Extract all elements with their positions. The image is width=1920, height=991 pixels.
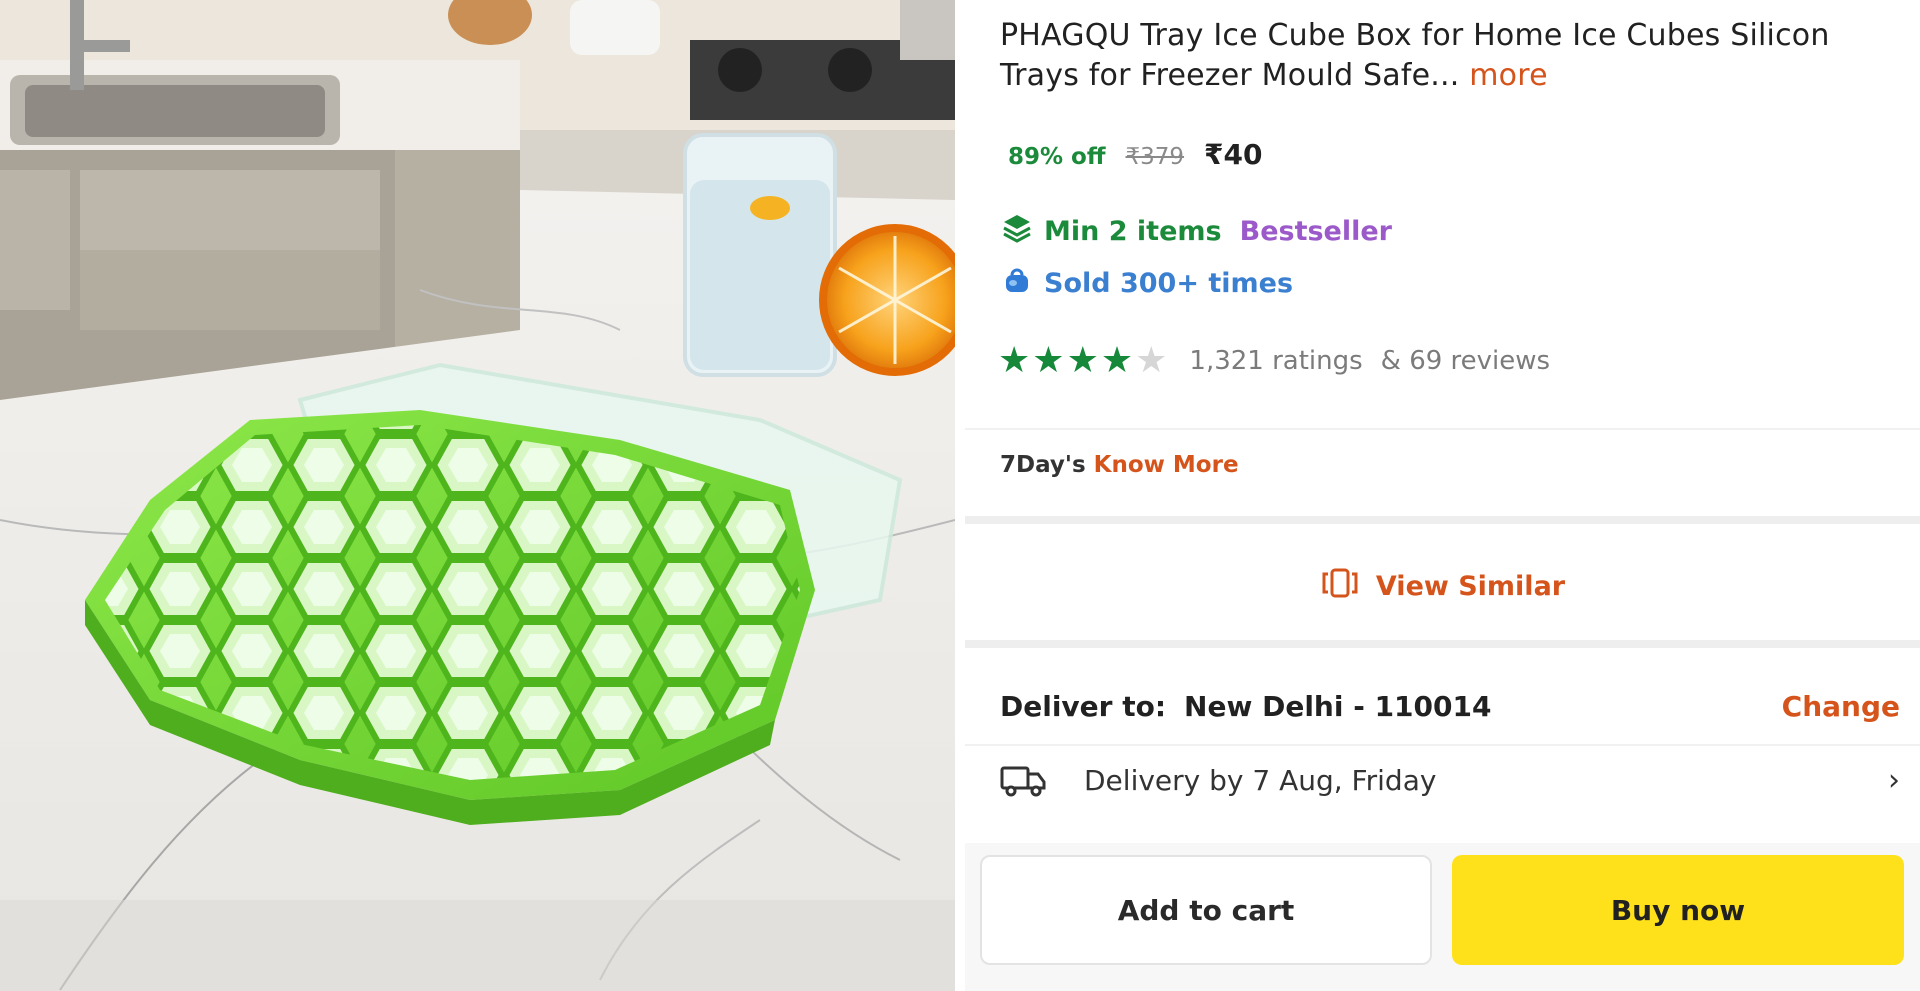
bottom-action-bar: Add to cart Buy now	[965, 843, 1920, 991]
star-empty-icon: ★	[1135, 340, 1168, 381]
discount-badge: 89% off	[1008, 144, 1106, 170]
product-details-panel: PHAGQU Tray Ice Cube Box for Home Ice Cu…	[965, 0, 1920, 991]
deliver-to-label: Deliver to:	[1000, 690, 1167, 723]
section-divider	[965, 516, 1920, 524]
original-price: ₹379	[1125, 144, 1185, 170]
return-policy: 7Day's Know More	[1000, 452, 1239, 478]
star-filled-icon: ★	[1100, 340, 1134, 381]
return-policy-label: 7Day's	[1000, 452, 1086, 478]
section-divider	[965, 640, 1920, 648]
star-filled-icon: ★	[1032, 340, 1065, 381]
add-to-cart-button[interactable]: Add to cart	[980, 855, 1432, 965]
know-more-link[interactable]: Know More	[1094, 452, 1239, 478]
product-image[interactable]	[0, 0, 955, 991]
product-title: PHAGQU Tray Ice Cube Box for Home Ice Cu…	[1000, 16, 1860, 96]
product-title-text: PHAGQU Tray Ice Cube Box for Home Ice Cu…	[1000, 18, 1830, 93]
delivery-date-text: Delivery by 7 Aug, Friday	[1084, 763, 1437, 797]
sold-count-label: Sold 300+ times	[1044, 268, 1294, 299]
change-address-button[interactable]: Change	[1782, 690, 1900, 723]
star-filled-icon: ★	[1066, 340, 1099, 381]
product-image-illustration	[0, 0, 955, 991]
star-rating: ★ ★ ★ ★ ★	[998, 342, 1167, 380]
view-similar-button[interactable]: View Similar	[965, 536, 1920, 636]
layers-icon	[1002, 213, 1032, 250]
deliver-to-row: Deliver to: New Delhi - 110014 Change	[1000, 690, 1900, 723]
more-link[interactable]: more	[1469, 58, 1548, 93]
chevron-right-icon: ›	[1888, 762, 1900, 798]
delivery-date-row[interactable]: Delivery by 7 Aug, Friday ›	[1000, 762, 1900, 798]
shopping-bag-icon	[1002, 265, 1032, 302]
truck-icon	[1000, 762, 1046, 798]
rating-row[interactable]: ★ ★ ★ ★ ★ 1,321 ratings & 69 reviews	[998, 342, 1550, 380]
min-items-label: Min 2 items	[1044, 216, 1222, 247]
tag-row-sold: Sold 300+ times	[1002, 265, 1293, 302]
divider	[965, 744, 1920, 746]
price-row: 89% off ₹379 ₹40	[1008, 138, 1263, 171]
view-similar-label: View Similar	[1375, 570, 1566, 602]
view-similar-icon	[1320, 568, 1360, 605]
bestseller-badge: Bestseller	[1239, 216, 1392, 247]
selling-price: ₹40	[1204, 138, 1263, 171]
star-filled-icon: ★	[998, 340, 1031, 381]
delivery-address: New Delhi - 110014	[1184, 690, 1492, 723]
divider	[965, 428, 1920, 430]
reviews-count: & 69 reviews	[1380, 346, 1551, 376]
ratings-count: 1,321 ratings	[1189, 346, 1363, 376]
buy-now-button[interactable]: Buy now	[1452, 855, 1904, 965]
tag-row-min-items: Min 2 items Bestseller	[1002, 213, 1392, 250]
